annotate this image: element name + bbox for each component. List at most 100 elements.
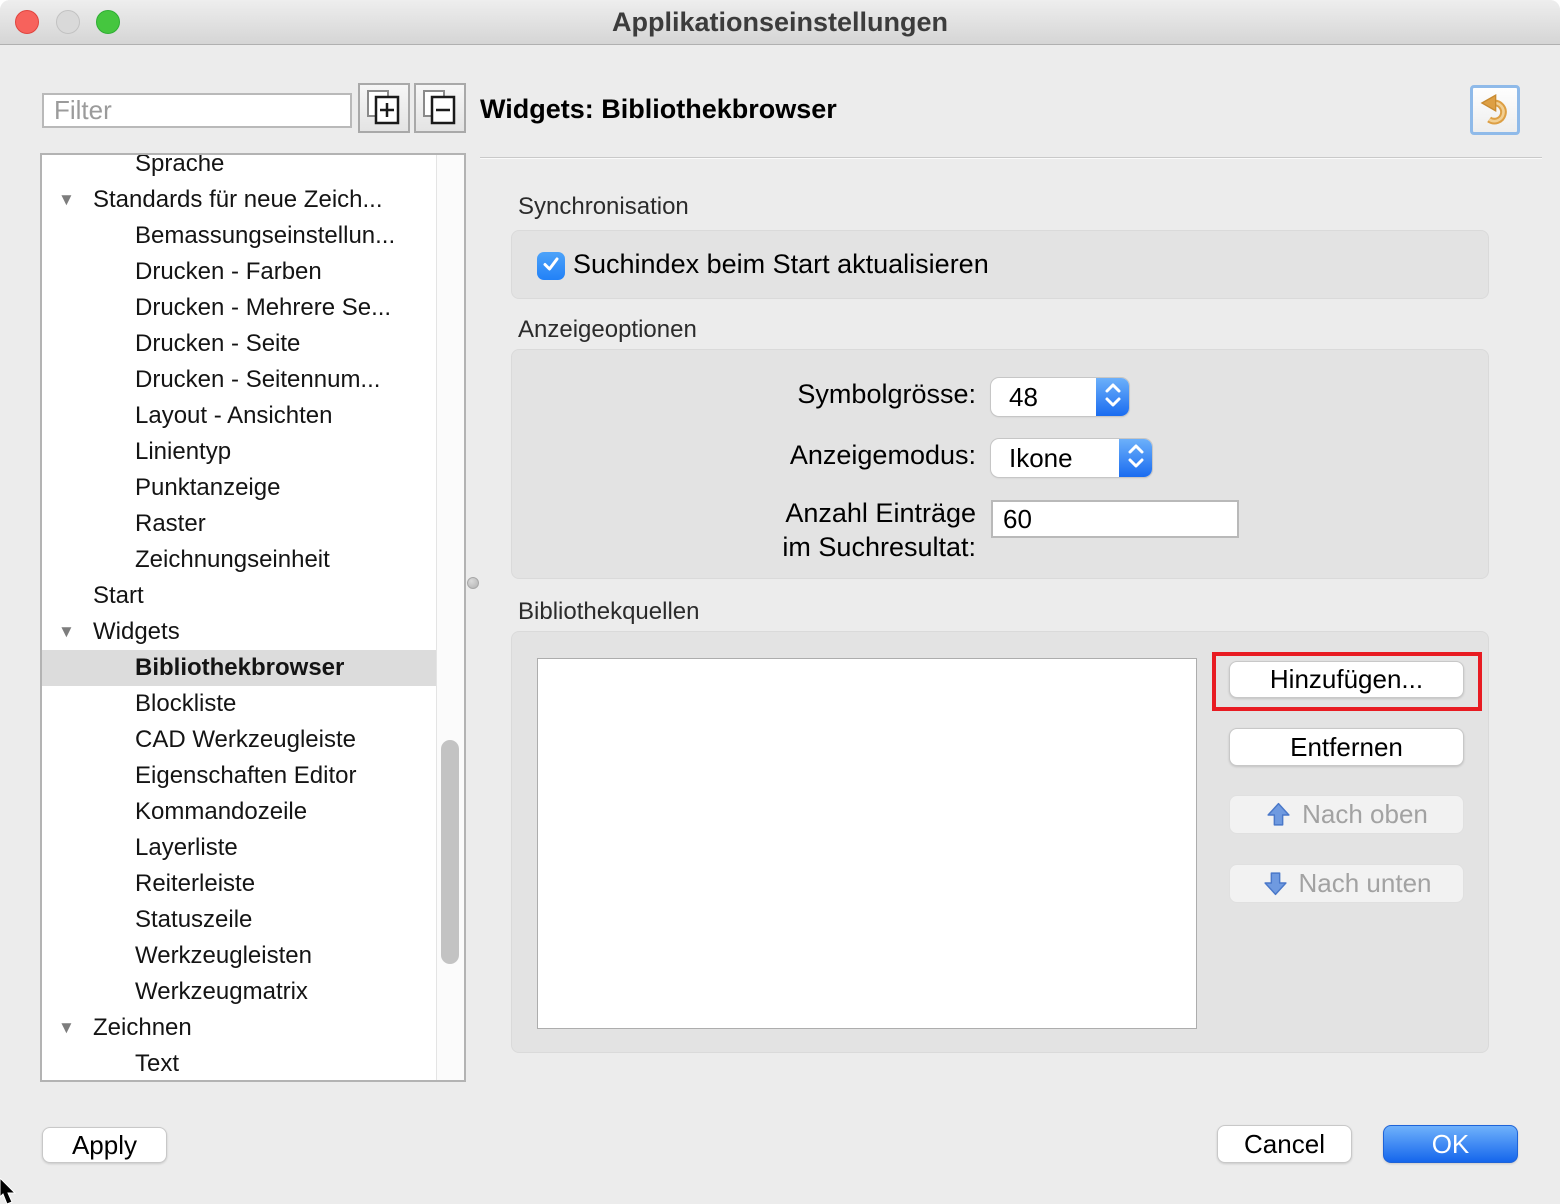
anzahl-eintraege-label-line1: Anzahl Einträge — [512, 498, 976, 529]
entfernen-button[interactable]: Entfernen — [1229, 728, 1464, 766]
settings-tree-panel: Sprache▼Standards für neue Zeich...Bemas… — [40, 153, 466, 1082]
synchronisation-group: Suchindex beim Start aktualisieren — [511, 230, 1489, 299]
expanded-triangle-icon[interactable]: ▼ — [58, 1010, 75, 1046]
collapse-all-icon — [420, 88, 460, 129]
expand-all-icon — [364, 88, 404, 129]
expanded-triangle-icon[interactable]: ▼ — [58, 182, 75, 218]
expanded-triangle-icon[interactable]: ▼ — [58, 614, 75, 650]
tree-item-bibliothekbrowser[interactable]: Bibliothekbrowser — [42, 650, 438, 686]
reset-button[interactable] — [1470, 85, 1520, 135]
tree-item-label: Drucken - Seitennum... — [135, 366, 380, 393]
tree-item-cad-werkzeugleiste[interactable]: CAD Werkzeugleiste — [42, 722, 438, 758]
tree-item-raster[interactable]: Raster — [42, 506, 438, 542]
tree-item-sprache[interactable]: Sprache — [42, 153, 438, 182]
tree-item-standards-f-r-neue-zeich[interactable]: ▼ Standards für neue Zeich... — [42, 182, 438, 218]
filter-input[interactable] — [42, 93, 352, 128]
tree-item-label: Start — [93, 582, 144, 609]
tree-item-werkzeugmatrix[interactable]: Werkzeugmatrix — [42, 974, 438, 1010]
tree-item-label: Zeichnen — [93, 1014, 192, 1041]
page-title: Widgets: Bibliothekbrowser — [480, 94, 837, 125]
cancel-button[interactable]: Cancel — [1217, 1125, 1352, 1163]
tree-item-eigenschaften-editor[interactable]: Eigenschaften Editor — [42, 758, 438, 794]
anzeigemodus-value[interactable]: Ikone — [991, 439, 1119, 477]
bibliothekquellen-group: Hinzufügen... Entfernen Nach oben Nach u… — [511, 631, 1489, 1053]
tree-item-label: Widgets — [93, 618, 180, 645]
anzeigeoptionen-group: Symbolgrösse: 48 Anzeigemodus: Ikone — [511, 349, 1489, 579]
symbolgroesse-stepper[interactable] — [1096, 378, 1129, 416]
tree-item-label: Blockliste — [135, 690, 236, 717]
tree-item-label: Layerliste — [135, 834, 238, 861]
tree-item-label: Statuszeile — [135, 906, 252, 933]
library-sources-list[interactable] — [537, 658, 1197, 1029]
stepper-up-down-icon — [1101, 380, 1125, 415]
tree-item-blockliste[interactable]: Blockliste — [42, 686, 438, 722]
suchindex-checkbox[interactable] — [537, 252, 565, 280]
tree-item-widgets[interactable]: ▼ Widgets — [42, 614, 438, 650]
collapse-all-button[interactable] — [414, 83, 466, 133]
tree-item-drucken-seite[interactable]: Drucken - Seite — [42, 326, 438, 362]
tree-scrollbar-thumb[interactable] — [441, 740, 459, 964]
checkmark-icon — [540, 253, 562, 280]
tree-item-drucken-mehrere-se[interactable]: Drucken - Mehrere Se... — [42, 290, 438, 326]
window-title: Applikationseinstellungen — [0, 0, 1560, 45]
tree-item-label: Text — [135, 1050, 179, 1077]
tree-item-label: Zeichnungseinheit — [135, 546, 330, 573]
tree-item-bemassungseinstellun[interactable]: Bemassungseinstellun... — [42, 218, 438, 254]
undo-icon — [1479, 93, 1511, 128]
tree-item-label: Layout - Ansichten — [135, 402, 332, 429]
tree-item-punktanzeige[interactable]: Punktanzeige — [42, 470, 438, 506]
tree-item-label: Bibliothekbrowser — [135, 654, 344, 681]
anzahl-eintraege-input[interactable] — [991, 500, 1239, 538]
tree-item-reiterleiste[interactable]: Reiterleiste — [42, 866, 438, 902]
section-bibliothekquellen-label: Bibliothekquellen — [518, 598, 699, 626]
tree-item-label: Punktanzeige — [135, 474, 280, 501]
tree-item-layout-ansichten[interactable]: Layout - Ansichten — [42, 398, 438, 434]
header-separator — [480, 157, 1542, 158]
arrow-down-icon — [1262, 870, 1289, 897]
tree-item-label: Bemassungseinstellun... — [135, 222, 395, 249]
tree-item-linientyp[interactable]: Linientyp — [42, 434, 438, 470]
apply-button[interactable]: Apply — [42, 1127, 167, 1163]
tree-item-start[interactable]: Start — [42, 578, 438, 614]
stepper-up-down-icon — [1124, 441, 1148, 476]
nach-oben-button[interactable]: Nach oben — [1229, 795, 1464, 834]
symbolgroesse-value[interactable]: 48 — [991, 378, 1096, 416]
mouse-cursor — [0, 1178, 22, 1204]
anzeigemodus-label: Anzeigemodus: — [512, 440, 976, 471]
symbolgroesse-spinbox[interactable]: 48 — [991, 378, 1129, 416]
tree-item-drucken-seitennum[interactable]: Drucken - Seitennum... — [42, 362, 438, 398]
tree-item-drucken-farben[interactable]: Drucken - Farben — [42, 254, 438, 290]
tree-item-label: Linientyp — [135, 438, 231, 465]
tree-item-label: CAD Werkzeugleiste — [135, 726, 356, 753]
tree-item-label: Eigenschaften Editor — [135, 762, 356, 789]
tree-item-kommandozeile[interactable]: Kommandozeile — [42, 794, 438, 830]
tree-scrollbar[interactable] — [436, 155, 464, 1080]
section-anzeigeoptionen-label: Anzeigeoptionen — [518, 316, 697, 344]
tree-item-label: Werkzeugmatrix — [135, 978, 308, 1005]
expand-all-button[interactable] — [358, 83, 410, 133]
tree-item-label: Drucken - Farben — [135, 258, 322, 285]
tree-item-werkzeugleisten[interactable]: Werkzeugleisten — [42, 938, 438, 974]
tree-item-text[interactable]: Text — [42, 1046, 438, 1082]
tree-item-label: Werkzeugleisten — [135, 942, 312, 969]
tree-item-layerliste[interactable]: Layerliste — [42, 830, 438, 866]
anzahl-eintraege-label-line2: im Suchresultat: — [512, 532, 976, 563]
hinzufuegen-button[interactable]: Hinzufügen... — [1229, 661, 1464, 698]
tree-item-zeichnen[interactable]: ▼ Zeichnen — [42, 1010, 438, 1046]
tree-item-label: Drucken - Mehrere Se... — [135, 294, 391, 321]
ok-button[interactable]: OK — [1383, 1125, 1518, 1163]
anzeigemodus-stepper[interactable] — [1119, 439, 1152, 477]
title-bar: Applikationseinstellungen — [0, 0, 1560, 45]
suchindex-checkbox-label: Suchindex beim Start aktualisieren — [573, 249, 989, 280]
tree-item-label: Raster — [135, 510, 206, 537]
anzeigemodus-dropdown[interactable]: Ikone — [991, 439, 1152, 477]
nach-unten-button[interactable]: Nach unten — [1229, 864, 1464, 903]
tree-item-statuszeile[interactable]: Statuszeile — [42, 902, 438, 938]
section-synchronisation-label: Synchronisation — [518, 193, 689, 221]
tree-item-label: Standards für neue Zeich... — [93, 186, 383, 213]
tree-item-label: Drucken - Seite — [135, 330, 300, 357]
splitter-handle[interactable] — [467, 577, 479, 589]
nach-oben-label: Nach oben — [1302, 799, 1428, 830]
tree-item-zeichnungseinheit[interactable]: Zeichnungseinheit — [42, 542, 438, 578]
settings-tree: Sprache▼Standards für neue Zeich...Bemas… — [42, 153, 438, 1082]
